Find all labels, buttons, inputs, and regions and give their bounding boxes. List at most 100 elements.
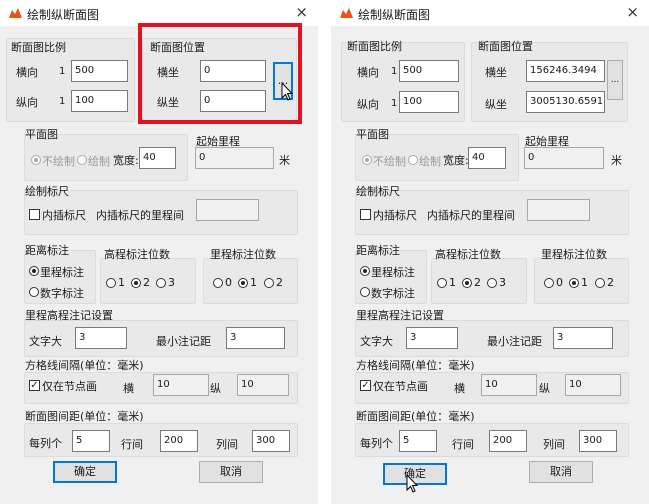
distance-number-radio[interactable] <box>360 287 370 297</box>
scale-group-title: 断面图比例 <box>11 41 66 54</box>
grid-h-label: 横 <box>123 382 134 395</box>
elev-digit-2-label: 2 <box>474 276 481 289</box>
ruler-interp-label: 内插标尺 <box>42 209 86 222</box>
annot-min-input[interactable]: 3 <box>553 327 613 349</box>
close-icon[interactable]: × <box>626 3 639 21</box>
spacing-row-input[interactable]: 200 <box>160 430 198 452</box>
mile-digits-title: 里程标注位数 <box>210 248 276 261</box>
mile-digit-2-radio[interactable] <box>264 278 274 288</box>
scale-h-label: 横向 <box>357 66 379 79</box>
spacing-row-input[interactable]: 200 <box>489 430 527 452</box>
ruler-interp-label: 内插标尺 <box>373 209 417 222</box>
distance-number-radio[interactable] <box>29 287 39 297</box>
title-bar: 绘制纵断面图 × <box>331 0 649 26</box>
grid-h-input[interactable]: 10 <box>153 374 209 396</box>
annot-min-label: 最小注记距 <box>156 335 211 348</box>
mile-digit-0-radio[interactable] <box>544 278 554 288</box>
cancel-button[interactable]: 取消 <box>199 461 263 483</box>
grid-only-nodes-checkbox[interactable]: ✓ <box>29 380 40 391</box>
ruler-interval-label: 内插标尺的里程间 <box>427 209 515 222</box>
mile-digits-title: 里程标注位数 <box>541 248 607 261</box>
plan-width-input[interactable]: 40 <box>468 147 506 169</box>
annot-min-input[interactable]: 3 <box>226 327 285 349</box>
plan-width-input[interactable]: 40 <box>139 147 176 169</box>
distance-mileage-label: 里程标注 <box>40 266 84 279</box>
scale-group-title: 断面图比例 <box>347 40 402 53</box>
distance-mileage-radio[interactable] <box>29 266 39 276</box>
dialog-title: 绘制纵断面图 <box>27 8 100 22</box>
spacing-col-input[interactable]: 300 <box>252 430 290 452</box>
grid-only-nodes-checkbox[interactable]: ✓ <box>360 380 371 391</box>
grid-v-input[interactable]: 10 <box>237 374 289 396</box>
ruler-interp-checkbox[interactable] <box>360 209 371 220</box>
spacing-col-label: 列间 <box>216 438 238 451</box>
grid-v-label: 纵 <box>210 382 221 395</box>
mouse-cursor-icon <box>406 474 419 493</box>
elev-digit-2-radio[interactable] <box>131 278 141 288</box>
annot-group-title: 里程高程注记设置 <box>25 309 113 322</box>
mile-digit-0-radio[interactable] <box>213 278 223 288</box>
elev-digit-3-label: 3 <box>168 276 175 289</box>
scale-h-prefix: 1 <box>391 66 398 77</box>
plan-none-radio[interactable] <box>362 155 372 165</box>
grid-h-input[interactable]: 10 <box>481 374 537 396</box>
scale-h-input[interactable]: 500 <box>71 60 128 82</box>
ruler-interval-label: 内插标尺的里程间 <box>96 209 184 222</box>
spacing-per-col-input[interactable]: 5 <box>399 430 437 452</box>
grid-only-nodes-label: 仅在节点画 <box>42 380 97 393</box>
distance-number-label: 数字标注 <box>40 287 84 300</box>
ruler-group-title: 绘制标尺 <box>25 185 69 198</box>
position-y-input[interactable]: 3005130.6591 <box>526 91 605 113</box>
grid-v-input[interactable]: 10 <box>565 374 621 396</box>
position-group-title: 断面图位置 <box>478 40 533 53</box>
elev-digit-3-radio[interactable] <box>487 278 497 288</box>
elev-digits-title: 高程标注位数 <box>104 248 170 261</box>
spacing-col-input[interactable]: 300 <box>579 430 617 452</box>
mile-digit-2-radio[interactable] <box>595 278 605 288</box>
spacing-per-col-input[interactable]: 5 <box>72 430 110 452</box>
plan-group-title: 平面图 <box>25 128 58 141</box>
elev-digit-3-radio[interactable] <box>156 278 166 288</box>
position-browse-button[interactable]: ... <box>607 60 623 100</box>
annot-size-input[interactable]: 3 <box>75 327 127 349</box>
plan-draw-label: 绘制 <box>88 155 110 168</box>
spacing-group-title: 断面图间距(单位：毫米) <box>356 410 475 423</box>
annot-size-input[interactable]: 3 <box>406 327 458 349</box>
mouse-cursor-icon <box>281 82 294 101</box>
elev-digit-1-radio[interactable] <box>106 278 116 288</box>
mile-digit-0-label: 0 <box>556 276 563 289</box>
scale-v-label: 纵向 <box>357 98 379 111</box>
mileage-start-unit: 米 <box>611 154 622 167</box>
plan-draw-radio[interactable] <box>77 155 87 165</box>
scale-h-input[interactable]: 500 <box>399 60 459 82</box>
spacing-group-title: 断面图间距(单位：毫米) <box>25 410 144 423</box>
ruler-group-title: 绘制标尺 <box>356 185 400 198</box>
plan-group-title: 平面图 <box>356 128 389 141</box>
elev-digit-2-radio[interactable] <box>462 278 472 288</box>
mile-digit-1-radio[interactable] <box>238 278 248 288</box>
distance-mileage-radio[interactable] <box>360 266 370 276</box>
cancel-button[interactable]: 取消 <box>529 461 593 483</box>
ok-button[interactable]: 确定 <box>53 461 117 483</box>
plan-width-label: 宽度: <box>113 154 139 167</box>
scale-v-input[interactable]: 100 <box>399 91 459 113</box>
plan-draw-radio[interactable] <box>408 155 418 165</box>
annot-group-title: 里程高程注记设置 <box>356 309 444 322</box>
position-x-input[interactable]: 156246.3494 <box>526 60 605 82</box>
mile-digit-1-radio[interactable] <box>569 278 579 288</box>
dialog-right: 绘制纵断面图 × 断面图比例 横向 1 500 纵向 1 100 断面图位置 横… <box>331 0 649 504</box>
ruler-interval-input[interactable] <box>527 199 590 221</box>
ruler-interp-checkbox[interactable] <box>29 209 40 220</box>
spacing-per-col-label: 每列个 <box>29 437 62 450</box>
mileage-start-input[interactable]: 0 <box>195 147 274 169</box>
plan-none-radio[interactable] <box>31 155 41 165</box>
grid-only-nodes-label: 仅在节点画 <box>373 380 428 393</box>
close-icon[interactable]: × <box>295 3 308 21</box>
spacing-per-col-label: 每列个 <box>360 437 393 450</box>
mileage-start-unit: 米 <box>279 154 290 167</box>
scale-v-input[interactable]: 100 <box>71 90 128 112</box>
mileage-start-input[interactable]: 0 <box>524 147 604 169</box>
elev-digit-1-radio[interactable] <box>437 278 447 288</box>
ruler-interval-input[interactable] <box>196 199 259 221</box>
grid-group-title: 方格线间隔(单位：毫米) <box>25 359 144 372</box>
